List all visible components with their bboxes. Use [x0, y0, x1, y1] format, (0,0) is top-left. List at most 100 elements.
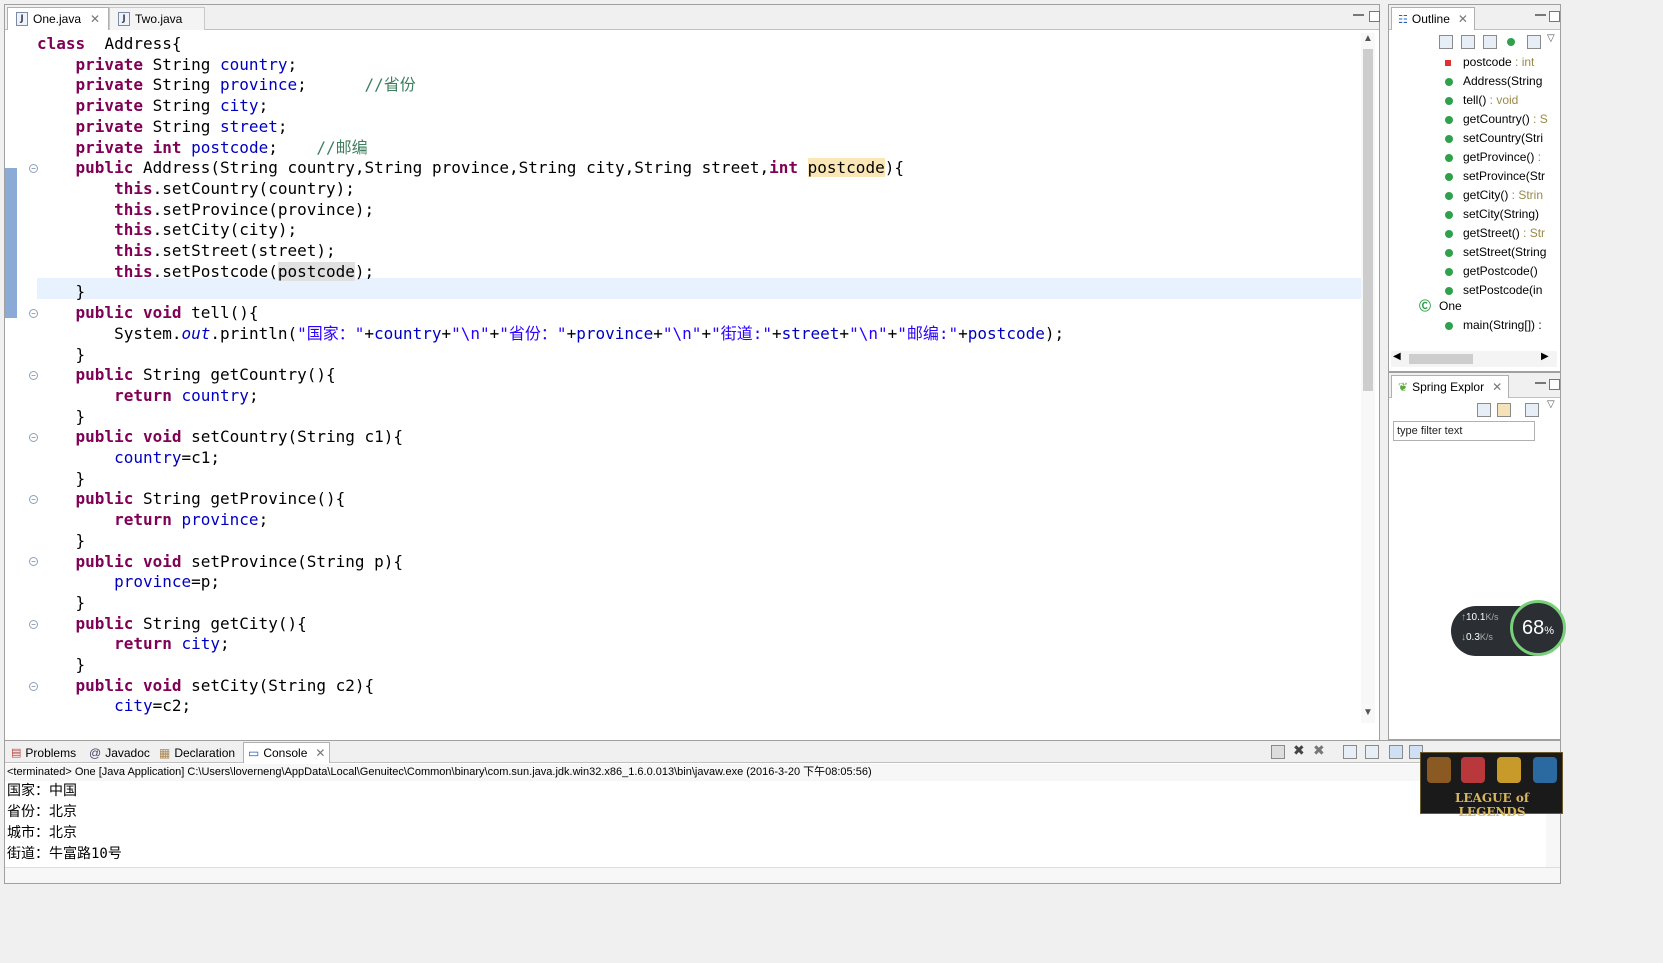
maximize-icon[interactable] [1549, 379, 1560, 390]
hide-nonpublic-icon[interactable] [1507, 38, 1515, 46]
close-icon[interactable]: ✕ [1492, 380, 1502, 394]
code-line[interactable]: city=c2; [37, 695, 191, 716]
code-line[interactable]: this.setProvince(province); [37, 199, 374, 220]
scroll-up-icon[interactable]: ▲ [1363, 33, 1373, 44]
fold-icon[interactable]: − [29, 495, 38, 504]
tab-spring-explorer[interactable]: ❦ Spring Explor ✕ [1391, 375, 1510, 398]
outline-item[interactable]: setStreet(String [1445, 243, 1603, 262]
close-icon[interactable]: ✕ [90, 12, 100, 26]
tab-two-java[interactable]: J Two.java [109, 7, 205, 30]
sort-icon[interactable] [1525, 403, 1539, 417]
tab-javadoc[interactable]: @ Javadoc [85, 742, 154, 763]
view-menu-icon[interactable]: ▽ [1547, 33, 1555, 44]
minimize-icon[interactable] [1353, 13, 1364, 16]
cpu-usage-ring[interactable]: 68% [1510, 600, 1566, 656]
fold-icon[interactable]: − [29, 433, 38, 442]
code-line[interactable]: public void setCountry(String c1){ [37, 426, 404, 447]
code-line[interactable]: } [37, 406, 86, 427]
tab-problems[interactable]: ▤ Problems [7, 742, 80, 763]
code-line[interactable]: System.out.println("国家："+country+"\n"+"省… [37, 323, 1064, 344]
code-line[interactable]: this.setStreet(street); [37, 240, 336, 261]
code-line[interactable]: public void setCity(String c2){ [37, 675, 375, 696]
sort-icon[interactable] [1439, 35, 1453, 49]
code-line[interactable]: } [37, 654, 86, 675]
fold-icon[interactable]: − [29, 371, 38, 380]
minimize-icon[interactable] [1535, 13, 1546, 16]
console-hscrollbar[interactable] [5, 867, 1560, 883]
scroll-thumb[interactable] [1363, 49, 1373, 391]
hide-fields-icon[interactable] [1461, 35, 1475, 49]
outline-item[interactable]: postcode : int [1445, 53, 1603, 72]
terminate-icon[interactable] [1271, 745, 1285, 759]
minimize-icon[interactable] [1535, 381, 1546, 384]
code-line[interactable]: class Address{ [37, 33, 182, 54]
outline-item[interactable]: setPostcode(in [1445, 281, 1603, 300]
code-line[interactable]: public void tell(){ [37, 302, 259, 323]
scroll-down-icon[interactable]: ▼ [1363, 707, 1373, 718]
outline-item[interactable]: getProvince() : [1445, 148, 1603, 167]
clear-console-icon[interactable] [1343, 745, 1357, 759]
close-icon[interactable]: ✕ [1458, 12, 1468, 26]
scroll-right-icon[interactable]: ▶ [1541, 351, 1549, 362]
code-line[interactable]: } [37, 592, 86, 613]
code-line[interactable]: province=p; [37, 571, 220, 592]
code-line[interactable]: private int postcode; //邮编 [37, 137, 368, 158]
filter-input[interactable]: type filter text [1393, 421, 1535, 441]
maximize-icon[interactable] [1549, 11, 1560, 22]
code-area[interactable]: class Address{ private String country; p… [5, 31, 1379, 761]
outline-item[interactable]: getCity() : Strin [1445, 186, 1603, 205]
view-menu-icon[interactable]: ▽ [1547, 399, 1555, 410]
class-node[interactable]: Ⓒ One [1419, 297, 1462, 316]
main-method-node[interactable]: main(String[]) : [1445, 316, 1542, 335]
outline-tree[interactable]: postcode : int Address(String tell() : voi… [1445, 53, 1605, 343]
tab-declaration[interactable]: ▦ Declaration [155, 742, 239, 763]
scroll-thumb[interactable] [1409, 354, 1473, 364]
close-icon[interactable]: ✕ [315, 746, 325, 760]
tab-console[interactable]: ▭ Console ✕ [243, 742, 331, 763]
maximize-icon[interactable] [1369, 11, 1380, 22]
code-line[interactable]: return country; [37, 385, 259, 406]
code-line[interactable]: } [37, 468, 86, 489]
fold-icon[interactable]: − [29, 164, 38, 173]
fold-icon[interactable]: − [29, 309, 38, 318]
code-line[interactable]: public Address(String country,String pro… [37, 157, 904, 178]
code-line[interactable]: this.setCity(city); [37, 219, 297, 240]
code-editor[interactable]: J One.java ✕ J Two.java class Address{ p… [4, 4, 1380, 780]
hide-local-types-icon[interactable] [1527, 35, 1541, 49]
code-line[interactable]: return city; [37, 633, 230, 654]
code-line[interactable]: } [37, 281, 86, 302]
code-line[interactable]: public String getCity(){ [37, 613, 307, 634]
outline-item[interactable]: tell() : void [1445, 91, 1603, 110]
code-line[interactable]: public String getCountry(){ [37, 364, 336, 385]
hide-static-icon[interactable] [1483, 35, 1497, 49]
outline-item[interactable]: Address(String [1445, 72, 1603, 91]
remove-launch-icon[interactable]: ✖ [1293, 742, 1305, 759]
outline-item[interactable]: setProvince(Str [1445, 167, 1603, 186]
game-banner[interactable]: LEAGUE of LEGENDS [1420, 752, 1563, 819]
code-line[interactable]: private String city; [37, 95, 269, 116]
horizontal-scrollbar[interactable] [35, 720, 1355, 734]
show-on-output-icon[interactable] [1389, 745, 1403, 759]
code-line[interactable]: country=c1; [37, 447, 220, 468]
code-line[interactable]: public void setProvince(String p){ [37, 551, 404, 572]
code-line[interactable]: private String street; [37, 116, 288, 137]
outline-item[interactable]: setCountry(Stri [1445, 129, 1603, 148]
outline-item[interactable]: getPostcode() [1445, 262, 1603, 281]
outline-hscrollbar[interactable]: ◀ ▶ [1391, 351, 1557, 367]
code-line[interactable]: return province; [37, 509, 268, 530]
scroll-lock-icon[interactable] [1365, 745, 1379, 759]
scroll-left-icon[interactable]: ◀ [1393, 351, 1401, 362]
outline-item[interactable]: setCity(String) [1445, 205, 1603, 224]
tab-one-java[interactable]: J One.java ✕ [7, 7, 110, 30]
tab-outline[interactable]: ☷ Outline ✕ [1391, 7, 1475, 30]
link-editor-icon[interactable] [1497, 403, 1511, 417]
code-line[interactable]: this.setCountry(country); [37, 178, 355, 199]
fold-icon[interactable]: − [29, 557, 38, 566]
collapse-all-icon[interactable] [1477, 403, 1491, 417]
code-line[interactable]: } [37, 344, 86, 365]
code-line[interactable]: } [37, 530, 86, 551]
remove-all-icon[interactable]: ✖ [1313, 742, 1325, 759]
code-line[interactable]: private String country; [37, 54, 298, 75]
fold-icon[interactable]: − [29, 682, 38, 691]
code-line[interactable]: private String province; //省份 [37, 74, 416, 95]
